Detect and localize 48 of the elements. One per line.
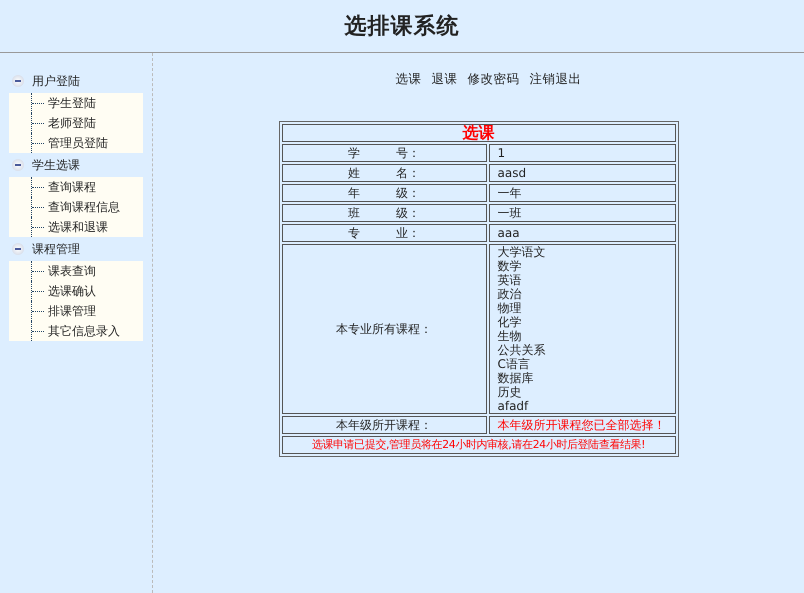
field-value: 一年 [488,184,676,202]
sidebar-group-label[interactable]: 课程管理 [32,240,80,258]
nav-link[interactable]: 退课 [432,70,458,89]
field-label: 本专业所有课程： [282,244,486,414]
status-message: 本年级所开课程您已全部选择！ [488,416,676,434]
course-name: C语言 [498,356,530,371]
course-name: 大学语文 [498,244,546,259]
sidebar-item[interactable]: 选课和退课 [48,220,108,234]
sidebar-group-label[interactable]: 学生选课 [32,156,80,174]
field-label: 专 业： [282,224,486,242]
course-name: 历史 [498,384,522,399]
collapse-icon[interactable] [12,243,24,255]
sidebar-item[interactable]: 其它信息录入 [48,324,120,338]
course-name: 数据库 [498,370,534,385]
course-name: 数学 [498,258,522,273]
field-label: 班 级： [282,204,486,222]
page-title: 选排课系统 [344,12,460,40]
course-name: 英语 [498,272,522,287]
field-label: 姓 名： [282,164,486,182]
collapse-icon[interactable] [12,75,24,87]
field-label: 学 号： [282,144,486,162]
sidebar-item[interactable]: 查询课程信息 [48,200,120,214]
sidebar-item[interactable]: 查询课程 [48,180,96,194]
nav-link[interactable]: 修改密码 [468,70,520,89]
course-name: 公共关系 [498,342,546,357]
notice-message: 选课申请已提交,管理员将在24小时内审核,请在24小时后登陆查看结果! [282,436,676,454]
nav-link[interactable]: 注销退出 [530,70,582,89]
course-name: 生物 [498,328,522,343]
nav-link[interactable]: 选课 [396,70,422,89]
field-value: 1 [488,144,676,162]
field-value: 一班 [488,204,676,222]
sidebar-item[interactable]: 排课管理 [48,304,96,318]
course-name: 物理 [498,300,522,315]
sidebar-item[interactable]: 选课确认 [48,284,96,298]
sidebar-group-label[interactable]: 用户登陆 [32,72,80,90]
field-value: aasd [488,164,676,182]
sidebar-item[interactable]: 课表查询 [48,264,96,278]
sidebar-item[interactable]: 学生登陆 [48,96,96,110]
field-label: 本年级所开课程： [282,416,486,434]
sidebar-item[interactable]: 管理员登陆 [48,136,108,150]
course-name: 政治 [498,286,522,301]
form-title: 选课 [282,124,676,142]
sidebar-item[interactable]: 老师登陆 [48,116,96,130]
course-name: 化学 [498,314,522,329]
collapse-icon[interactable] [12,159,24,171]
field-value: aaa [488,224,676,242]
course-name: afadf [498,398,528,413]
field-label: 年 级： [282,184,486,202]
